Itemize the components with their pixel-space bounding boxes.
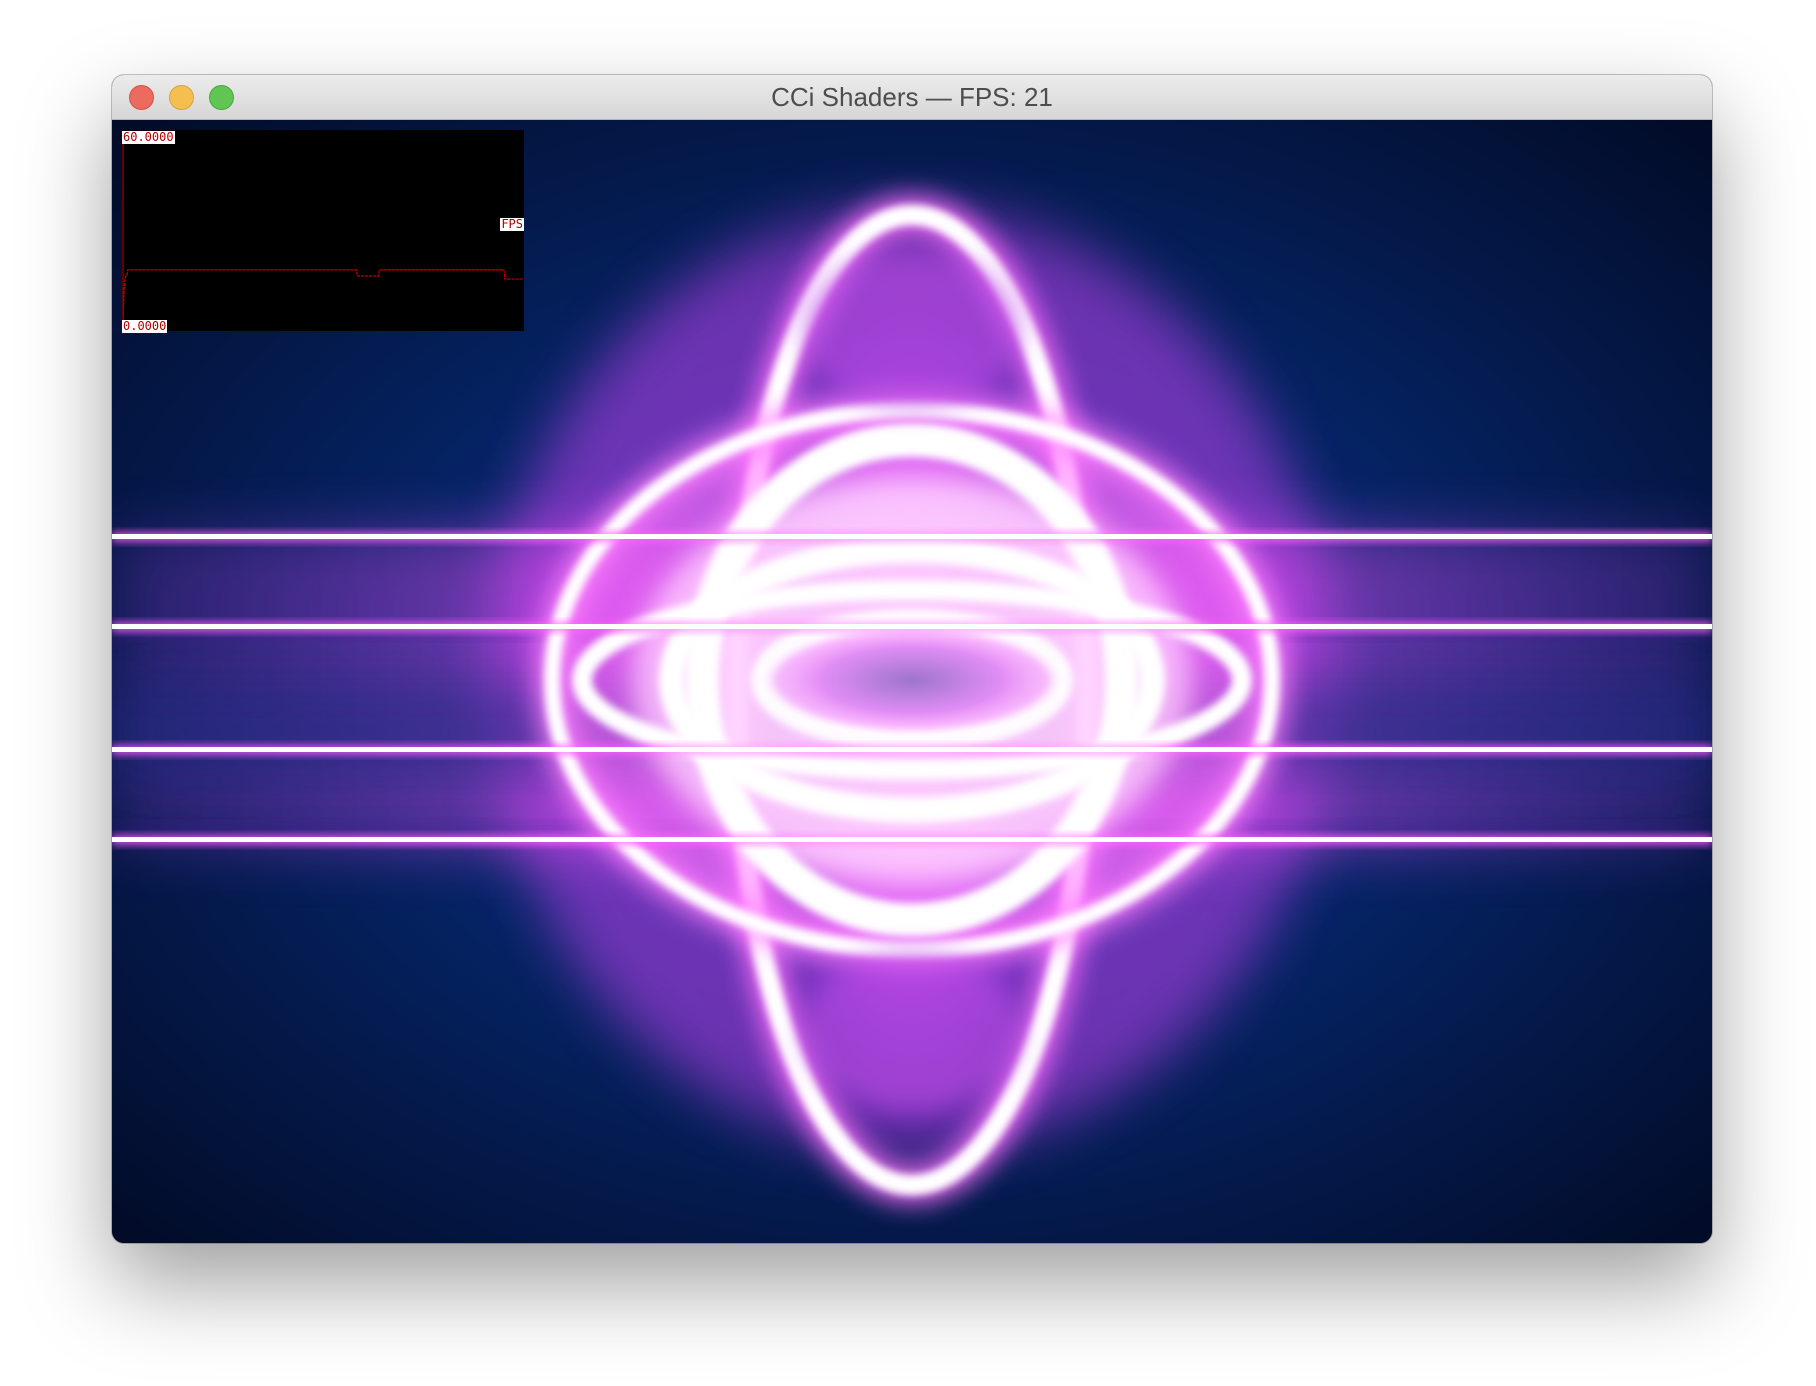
fps-graph-line xyxy=(122,269,523,323)
fps-graph: 60.0000 FPS 0.0000 xyxy=(122,130,524,333)
fps-graph-max-label: 60.0000 xyxy=(122,130,175,144)
shader-canvas[interactable]: 60.0000 FPS 0.0000 xyxy=(112,120,1712,1243)
title-bar[interactable]: CCi Shaders — FPS: 21 xyxy=(112,75,1712,120)
fps-graph-series-label: FPS xyxy=(500,217,524,231)
fps-graph-min-label: 0.0000 xyxy=(122,319,168,333)
fps-graph-plot xyxy=(122,138,523,323)
window-title: CCi Shaders — FPS: 21 xyxy=(771,82,1053,112)
app-window: CCi Shaders — FPS: 21 60.0000 FPS 0.0000 xyxy=(112,75,1712,1243)
